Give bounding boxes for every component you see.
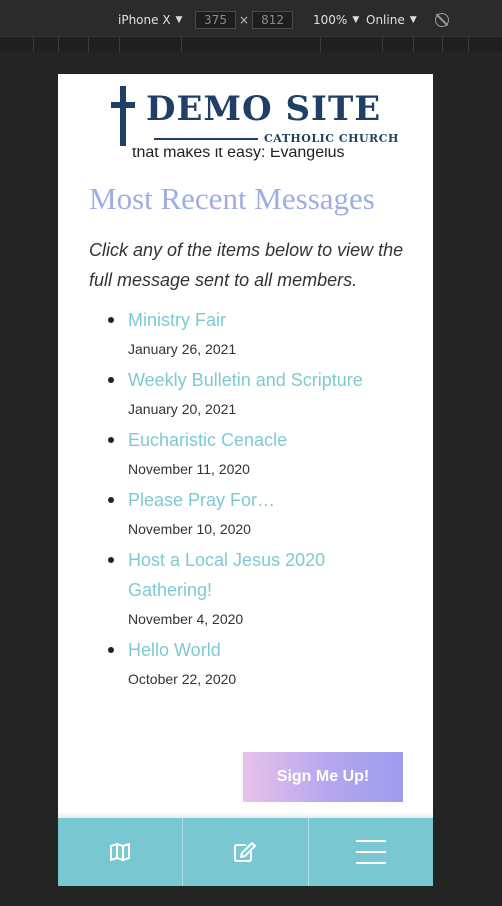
messages-list: Ministry Fair January 26, 2021 Weekly Bu…: [89, 305, 409, 695]
message-link[interactable]: Please Pray For…: [128, 485, 409, 515]
chevron-down-icon: ▼: [352, 15, 360, 25]
message-date: October 22, 2020: [128, 671, 237, 687]
hamburger-menu-icon: [355, 831, 386, 873]
device-select[interactable]: iPhone X ▼: [118, 13, 182, 27]
list-item: Ministry Fair January 26, 2021: [89, 305, 409, 359]
media-query-ruler: [0, 36, 502, 52]
bullet-icon: [108, 647, 114, 653]
device-name: iPhone X: [118, 13, 171, 27]
dimension-separator: ×: [239, 13, 250, 27]
section-title: Most Recent Messages: [89, 181, 375, 216]
site-logo[interactable]: DEMO SITE CATHOLIC CHURCH: [108, 82, 398, 148]
message-date: November 10, 2020: [128, 521, 251, 537]
height-input[interactable]: 812: [252, 11, 294, 29]
list-item: Hello World October 22, 2020: [89, 635, 409, 689]
chevron-down-icon: ▼: [409, 15, 417, 25]
message-date: January 26, 2021: [128, 341, 237, 357]
intro-text: Click any of the items below to view the…: [89, 240, 404, 290]
nav-menu-button[interactable]: [309, 818, 433, 886]
rotate-disabled-icon[interactable]: [435, 13, 449, 27]
bullet-icon: [108, 317, 114, 323]
message-date: January 20, 2021: [128, 401, 237, 417]
logo-divider: [154, 138, 258, 140]
list-item: Host a Local Jesus 2020 Gathering! Novem…: [89, 545, 409, 629]
nav-signup-button[interactable]: [183, 818, 309, 886]
network-select[interactable]: Online ▼: [366, 13, 417, 27]
sign-me-up-button[interactable]: Sign Me Up!: [243, 752, 403, 802]
message-link[interactable]: Weekly Bulletin and Scripture: [128, 365, 409, 395]
bullet-icon: [108, 437, 114, 443]
list-item: Weekly Bulletin and Scripture January 20…: [89, 365, 409, 419]
message-link[interactable]: Ministry Fair: [128, 305, 409, 335]
partial-text: that makes it easy: Evangelus: [132, 148, 345, 161]
edit-icon: [234, 842, 257, 862]
list-item: Eucharistic Cenacle November 11, 2020: [89, 425, 409, 479]
list-item: Please Pray For… November 10, 2020: [89, 485, 409, 539]
zoom-select[interactable]: 100% ▼: [313, 13, 359, 27]
chevron-down-icon: ▼: [175, 15, 183, 25]
message-link[interactable]: Host a Local Jesus 2020 Gathering!: [128, 545, 409, 605]
message-date: November 11, 2020: [128, 461, 250, 477]
network-value: Online: [366, 13, 405, 27]
bullet-icon: [108, 497, 114, 503]
logo-title: DEMO SITE: [146, 89, 382, 129]
bullet-icon: [108, 377, 114, 383]
message-date: November 4, 2020: [128, 611, 244, 627]
nav-map-button[interactable]: [58, 818, 184, 886]
phone-viewport: DEMO SITE CATHOLIC CHURCH that makes it …: [58, 74, 433, 886]
cross-icon: [111, 86, 135, 146]
bullet-icon: [108, 557, 114, 563]
devtools-device-toolbar: iPhone X ▼ 375 × 812 100% ▼ Online ▼: [0, 0, 502, 40]
message-link[interactable]: Eucharistic Cenacle: [128, 425, 409, 455]
bottom-nav: [58, 818, 433, 886]
logo-subtitle: CATHOLIC CHURCH: [264, 132, 399, 145]
zoom-value: 100%: [313, 13, 348, 27]
width-input[interactable]: 375: [195, 11, 236, 29]
message-link[interactable]: Hello World: [128, 635, 409, 665]
map-icon: [110, 843, 131, 861]
